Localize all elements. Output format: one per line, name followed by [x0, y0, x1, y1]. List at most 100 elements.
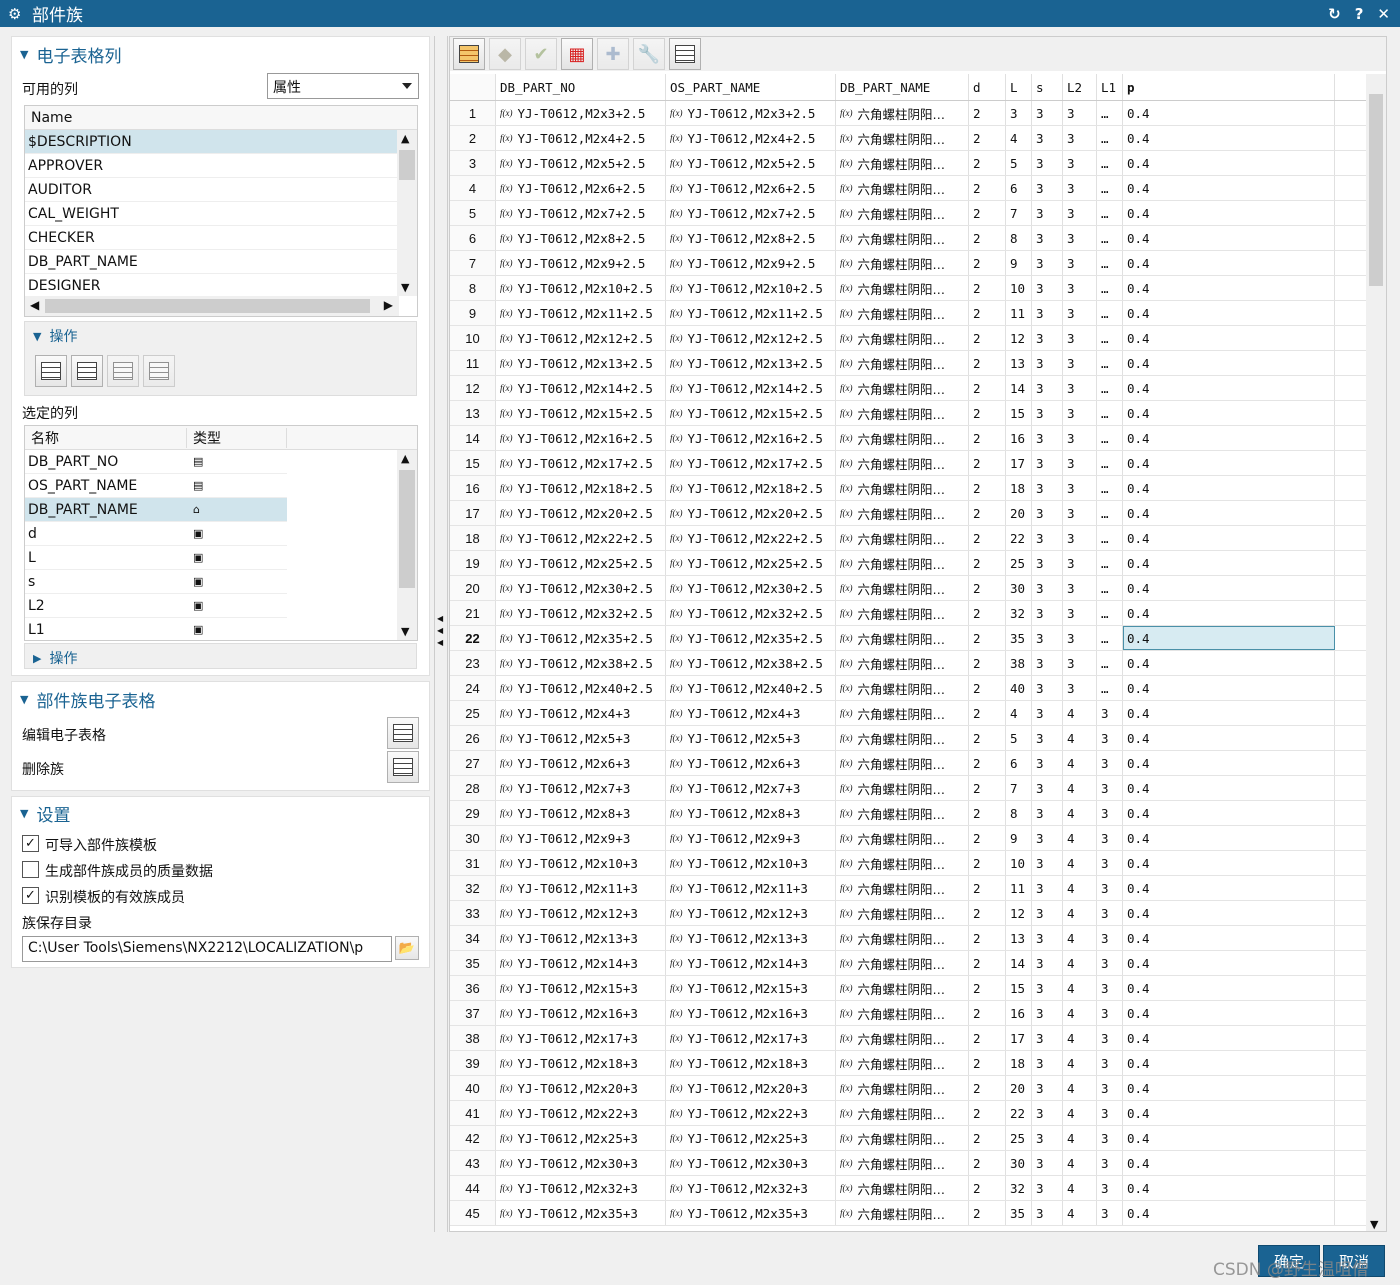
- row-number[interactable]: 44: [450, 1176, 496, 1200]
- part-name-cell[interactable]: f(x) 六角螺柱阴阳…: [836, 676, 969, 700]
- d-cell[interactable]: 2: [969, 826, 1006, 850]
- L1-cell[interactable]: …: [1097, 351, 1123, 375]
- part-no-cell[interactable]: f(x) YJ-T0612,M2x14+2.5: [496, 376, 666, 400]
- L-cell[interactable]: 38: [1006, 651, 1032, 675]
- s-cell[interactable]: 3: [1032, 476, 1063, 500]
- part-name-cell[interactable]: f(x) 六角螺柱阴阳…: [836, 926, 969, 950]
- os-part-name-cell[interactable]: f(x) YJ-T0612,M2x16+3: [666, 1001, 836, 1025]
- p-cell[interactable]: 0.4: [1123, 1001, 1335, 1025]
- row-number[interactable]: 7: [450, 251, 496, 275]
- part-name-cell[interactable]: f(x) 六角螺柱阴阳…: [836, 1176, 969, 1200]
- os-part-name-cell[interactable]: f(x) YJ-T0612,M2x6+3: [666, 751, 836, 775]
- L-cell[interactable]: 17: [1006, 1026, 1032, 1050]
- p-cell[interactable]: 0.4: [1123, 301, 1335, 325]
- available-columns-list[interactable]: Name $DESCRIPTION APPROVER AUDITOR CAL_WEIG…: [24, 105, 418, 317]
- part-name-cell[interactable]: f(x) 六角螺柱阴阳…: [836, 851, 969, 875]
- L2-cell[interactable]: 3: [1063, 126, 1097, 150]
- column-header[interactable]: p: [1123, 74, 1335, 100]
- panel-splitter[interactable]: ◀ ◀ ◀: [434, 36, 448, 1232]
- os-part-name-cell[interactable]: f(x) YJ-T0612,M2x7+2.5: [666, 201, 836, 225]
- s-cell[interactable]: 3: [1032, 501, 1063, 525]
- list-item[interactable]: DB_PART_NAME ⌂: [25, 498, 287, 522]
- part-no-cell[interactable]: f(x) YJ-T0612,M2x16+2.5: [496, 426, 666, 450]
- part-name-cell[interactable]: f(x) 六角螺柱阴阳…: [836, 601, 969, 625]
- s-cell[interactable]: 3: [1032, 101, 1063, 125]
- row-number[interactable]: 35: [450, 951, 496, 975]
- L2-cell[interactable]: 3: [1063, 576, 1097, 600]
- s-cell[interactable]: 3: [1032, 651, 1063, 675]
- L1-cell[interactable]: 3: [1097, 826, 1123, 850]
- os-part-name-cell[interactable]: f(x) YJ-T0612,M2x22+3: [666, 1101, 836, 1125]
- L2-cell[interactable]: 4: [1063, 1026, 1097, 1050]
- row-number[interactable]: 31: [450, 851, 496, 875]
- os-part-name-cell[interactable]: f(x) YJ-T0612,M2x5+2.5: [666, 151, 836, 175]
- s-cell[interactable]: 3: [1032, 301, 1063, 325]
- column-header[interactable]: s: [1032, 74, 1063, 100]
- L-cell[interactable]: 30: [1006, 576, 1032, 600]
- L-cell[interactable]: 16: [1006, 426, 1032, 450]
- row-number[interactable]: 24: [450, 676, 496, 700]
- part-no-cell[interactable]: f(x) YJ-T0612,M2x3+2.5: [496, 101, 666, 125]
- p-cell[interactable]: 0.4: [1123, 226, 1335, 250]
- L1-cell[interactable]: …: [1097, 526, 1123, 550]
- s-cell[interactable]: 3: [1032, 326, 1063, 350]
- L1-cell[interactable]: …: [1097, 276, 1123, 300]
- part-name-cell[interactable]: f(x) 六角螺柱阴阳…: [836, 301, 969, 325]
- table-row[interactable]: 6 f(x) YJ-T0612,M2x8+2.5 f(x) YJ-T0612,M2x8+…: [450, 226, 1367, 251]
- part-no-cell[interactable]: f(x) YJ-T0612,M2x14+3: [496, 951, 666, 975]
- os-part-name-cell[interactable]: f(x) YJ-T0612,M2x11+2.5: [666, 301, 836, 325]
- list-item[interactable]: CHECKER: [25, 226, 399, 250]
- valid-members-checkbox[interactable]: ✓: [22, 887, 39, 904]
- L-cell[interactable]: 8: [1006, 801, 1032, 825]
- L2-cell[interactable]: 4: [1063, 1151, 1097, 1175]
- table-row[interactable]: 7 f(x) YJ-T0612,M2x9+2.5 f(x) YJ-T0612,M2x9+…: [450, 251, 1367, 276]
- d-cell[interactable]: 2: [969, 251, 1006, 275]
- scroll-down-icon[interactable]: ▼: [1370, 1218, 1378, 1231]
- spreadsheet-columns-header[interactable]: ▼ 电子表格列: [20, 42, 121, 67]
- column-header[interactable]: L: [1006, 74, 1032, 100]
- s-cell[interactable]: 3: [1032, 351, 1063, 375]
- s-cell[interactable]: 3: [1032, 676, 1063, 700]
- L-cell[interactable]: 7: [1006, 201, 1032, 225]
- scroll-up-icon[interactable]: ▲: [401, 452, 409, 465]
- os-part-name-cell[interactable]: f(x) YJ-T0612,M2x10+2.5: [666, 276, 836, 300]
- part-no-cell[interactable]: f(x) YJ-T0612,M2x25+2.5: [496, 551, 666, 575]
- L2-cell[interactable]: 4: [1063, 726, 1097, 750]
- part-name-cell[interactable]: f(x) 六角螺柱阴阳…: [836, 276, 969, 300]
- L1-cell[interactable]: …: [1097, 376, 1123, 400]
- part-name-cell[interactable]: f(x) 六角螺柱阴阳…: [836, 176, 969, 200]
- horizontal-scrollbar[interactable]: ◀ ▶: [25, 296, 399, 316]
- part-name-cell[interactable]: f(x) 六角螺柱阴阳…: [836, 1151, 969, 1175]
- p-cell[interactable]: 0.4: [1123, 451, 1335, 475]
- row-number[interactable]: 42: [450, 1126, 496, 1150]
- d-cell[interactable]: 2: [969, 1126, 1006, 1150]
- L2-cell[interactable]: 4: [1063, 826, 1097, 850]
- p-cell[interactable]: 0.4: [1123, 276, 1335, 300]
- row-number[interactable]: 11: [450, 351, 496, 375]
- row-number[interactable]: 2: [450, 126, 496, 150]
- row-number[interactable]: 23: [450, 651, 496, 675]
- row-number[interactable]: 8: [450, 276, 496, 300]
- part-name-cell[interactable]: f(x) 六角螺柱阴阳…: [836, 526, 969, 550]
- p-cell[interactable]: 0.4: [1123, 1076, 1335, 1100]
- p-cell[interactable]: 0.4: [1123, 1126, 1335, 1150]
- L2-cell[interactable]: 3: [1063, 176, 1097, 200]
- part-no-cell[interactable]: f(x) YJ-T0612,M2x32+2.5: [496, 601, 666, 625]
- list-item[interactable]: DESIGNER: [25, 274, 399, 298]
- L2-cell[interactable]: 4: [1063, 1001, 1097, 1025]
- L1-cell[interactable]: …: [1097, 426, 1123, 450]
- L1-cell[interactable]: 3: [1097, 1151, 1123, 1175]
- table-row[interactable]: 3 f(x) YJ-T0612,M2x5+2.5 f(x) YJ-T0612,M2x5+…: [450, 151, 1367, 176]
- part-no-cell[interactable]: f(x) YJ-T0612,M2x25+3: [496, 1126, 666, 1150]
- L2-cell[interactable]: 3: [1063, 351, 1097, 375]
- L-cell[interactable]: 9: [1006, 251, 1032, 275]
- p-cell[interactable]: 0.4: [1123, 851, 1335, 875]
- p-cell[interactable]: 0.4: [1123, 401, 1335, 425]
- close-icon[interactable]: ✕: [1377, 5, 1390, 23]
- part-no-cell[interactable]: f(x) YJ-T0612,M2x18+2.5: [496, 476, 666, 500]
- L-cell[interactable]: 18: [1006, 1051, 1032, 1075]
- os-part-name-cell[interactable]: f(x) YJ-T0612,M2x8+2.5: [666, 226, 836, 250]
- L1-cell[interactable]: …: [1097, 301, 1123, 325]
- part-no-cell[interactable]: f(x) YJ-T0612,M2x16+3: [496, 1001, 666, 1025]
- part-name-cell[interactable]: f(x) 六角螺柱阴阳…: [836, 101, 969, 125]
